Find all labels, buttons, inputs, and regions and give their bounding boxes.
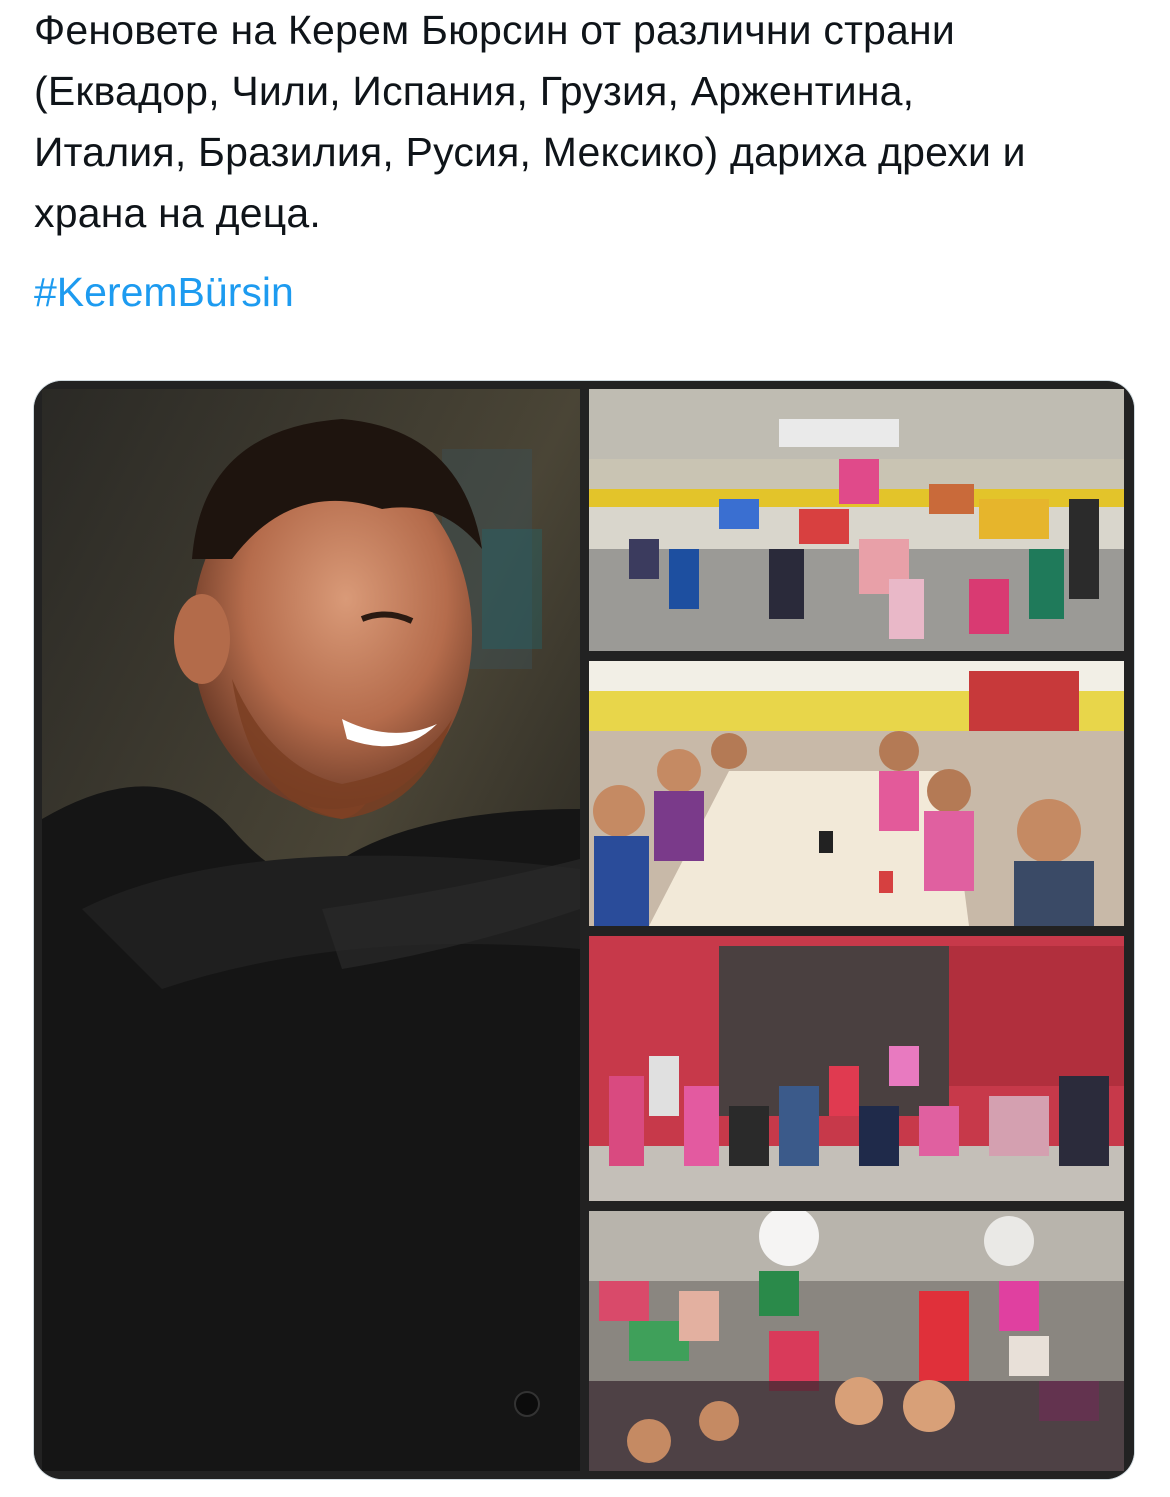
tweet-text-line: Феновете на Керем Бюрсин от различни стр… [34,7,955,53]
tweet-text: Феновете на Керем Бюрсин от различни стр… [34,0,1144,244]
gift-photo-red-wall [589,936,1124,1201]
photo-collage [34,381,1134,1479]
hashtag-link[interactable]: #KeremBürsin [34,262,294,323]
meal-photo-table [589,661,1124,926]
gift-photo-gym [589,389,1124,651]
portrait-photo [42,389,580,1471]
gift-photo-celebration [589,1211,1124,1471]
tweet-text-line: храна на деца. [34,190,321,236]
media-image[interactable] [34,381,1134,1479]
tweet-text-line: Италия, Бразилия, Русия, Мексико) дариха… [34,129,1026,175]
tweet-text-line: (Еквадор, Чили, Испания, Грузия, Арженти… [34,68,915,114]
